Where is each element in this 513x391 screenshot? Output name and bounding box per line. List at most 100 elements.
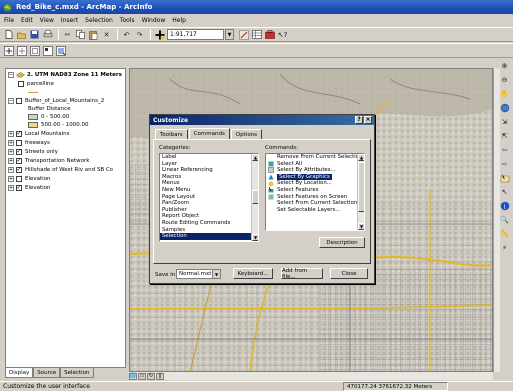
fixed-zoom-out-icon[interactable]: ⇱ xyxy=(499,130,510,141)
layer-visibility-checkbox[interactable] xyxy=(16,176,22,182)
chevron-down-icon[interactable]: ▼ xyxy=(212,270,220,278)
redo-icon[interactable]: ↷ xyxy=(134,29,145,40)
add-data-icon[interactable] xyxy=(154,29,165,40)
paste-icon[interactable] xyxy=(88,29,99,40)
map-horizontal-scrollbar[interactable]: 🌐 ▭ ↻ ‖ xyxy=(129,372,493,380)
scroll-down-icon[interactable]: ▼ xyxy=(252,234,258,241)
layer-visibility-checkbox[interactable] xyxy=(16,98,22,104)
toc-dataframe-row[interactable]: − 2. UTM NAD83 Zone 11 Meters xyxy=(8,71,122,79)
fixed-zoom-in-icon[interactable]: ⇲ xyxy=(499,116,510,127)
list-item[interactable]: Layer xyxy=(160,161,258,168)
print-icon[interactable] xyxy=(42,29,53,40)
undo-icon[interactable]: ↶ xyxy=(121,29,132,40)
copy-icon[interactable] xyxy=(75,29,86,40)
scroll-thumb[interactable] xyxy=(358,162,364,212)
keyboard-button[interactable]: Keyboard... xyxy=(233,268,273,279)
commands-listbox[interactable]: Remove From Current Selection Select All… xyxy=(265,153,365,231)
full-page-icon[interactable] xyxy=(29,45,40,56)
zoom-out-icon[interactable]: ⊖ xyxy=(499,74,510,85)
categories-listbox[interactable]: Label Layer Linear Referencing Macros Me… xyxy=(159,153,259,242)
layer-visibility-checkbox[interactable]: ✓ xyxy=(16,185,22,191)
list-item-highlighted[interactable]: Select By Graphics xyxy=(266,173,364,181)
menu-insert[interactable]: Insert xyxy=(61,17,78,24)
list-item[interactable]: Report Object xyxy=(160,213,258,220)
select-elements-icon[interactable]: ↖ xyxy=(499,186,510,197)
tab-options[interactable]: Options xyxy=(230,129,263,139)
measure-icon[interactable]: 📏 xyxy=(499,228,510,239)
whats-this-help-icon[interactable]: ↖? xyxy=(277,29,288,40)
list-item[interactable]: Select All xyxy=(266,161,364,168)
toc-layer-row[interactable]: + ✓ Elevation xyxy=(8,184,51,192)
scroll-thumb[interactable] xyxy=(252,190,258,204)
scroll-up-icon[interactable]: ▲ xyxy=(358,154,364,161)
list-item[interactable]: Select By Attributes... xyxy=(266,167,364,174)
select-features-icon[interactable] xyxy=(499,172,510,183)
identify-icon[interactable]: i xyxy=(499,200,510,211)
list-item[interactable]: Label xyxy=(160,154,258,161)
map-vertical-scrollbar[interactable] xyxy=(493,68,500,372)
layer-visibility-checkbox[interactable]: ✓ xyxy=(16,167,22,173)
collapse-icon[interactable]: − xyxy=(8,72,14,78)
list-item[interactable]: Select By Location... xyxy=(266,180,364,187)
data-view-icon[interactable]: 🌐 xyxy=(129,372,137,380)
tab-display[interactable]: Display xyxy=(5,368,34,378)
menu-help[interactable]: Help xyxy=(172,17,186,24)
list-item[interactable]: Pan/Zoom xyxy=(160,200,258,207)
expand-icon[interactable]: + xyxy=(8,158,14,164)
toc-layer-row[interactable]: − Buffer_of_Local_Mountains_2 xyxy=(8,97,104,105)
toc-layer-row[interactable]: + ✓ Local Mountains xyxy=(8,130,70,138)
layer-visibility-checkbox[interactable]: ✓ xyxy=(16,158,22,164)
expand-icon[interactable]: + xyxy=(8,131,14,137)
zoom-whole-page-icon[interactable] xyxy=(55,45,66,56)
list-item[interactable]: Select Features on Screen xyxy=(266,194,364,201)
list-item[interactable]: Route Editing Commands xyxy=(160,220,258,227)
layer-visibility-checkbox[interactable]: ✓ xyxy=(16,149,22,155)
list-item-selected[interactable]: Selection xyxy=(160,233,258,240)
menu-window[interactable]: Window xyxy=(142,17,166,24)
expand-icon[interactable]: + xyxy=(8,149,14,155)
scale-dropdown-arrow-icon[interactable]: ▼ xyxy=(225,29,234,40)
close-button[interactable]: Close xyxy=(330,268,368,279)
menu-tools[interactable]: Tools xyxy=(120,17,135,24)
list-item[interactable]: Page Layout xyxy=(160,194,258,201)
tab-toolbars[interactable]: Toolbars xyxy=(155,129,188,139)
tab-source[interactable]: Source xyxy=(33,368,61,378)
help-icon[interactable]: ? xyxy=(355,116,363,124)
refresh-icon[interactable]: ↻ xyxy=(147,372,155,380)
find-icon[interactable]: 🔍 xyxy=(499,214,510,225)
toc-layer-row[interactable]: + Elevation xyxy=(8,175,51,183)
layer-visibility-checkbox[interactable]: ✓ xyxy=(16,131,22,137)
layout-view-icon[interactable]: ▭ xyxy=(138,372,146,380)
menu-file[interactable]: File xyxy=(4,17,14,24)
expand-icon[interactable]: + xyxy=(8,167,14,173)
list-item[interactable]: New Menu xyxy=(160,187,258,194)
list-item[interactable]: Select From Current Selection xyxy=(266,200,364,207)
list-item[interactable]: Remove From Current Selection xyxy=(266,154,364,161)
go-back-icon[interactable]: ⇦ xyxy=(499,144,510,155)
list-item[interactable]: Linear Referencing xyxy=(160,167,258,174)
pan-layout-icon[interactable] xyxy=(16,45,27,56)
expand-icon[interactable]: + xyxy=(8,185,14,191)
expand-icon[interactable]: + xyxy=(8,176,14,182)
page-layout-icon[interactable] xyxy=(42,45,53,56)
toc-layer-row[interactable]: parcelline xyxy=(18,80,54,88)
close-icon[interactable]: × xyxy=(364,116,372,124)
commands-scrollbar[interactable]: ▲ ▼ xyxy=(357,154,364,230)
menu-selection[interactable]: Selection xyxy=(85,17,113,24)
menu-view[interactable]: View xyxy=(40,17,54,24)
layer-visibility-checkbox[interactable] xyxy=(18,81,24,87)
toc-layer-row[interactable]: + ✓ Transportation Network xyxy=(8,157,89,165)
delete-icon[interactable]: ✕ xyxy=(101,29,112,40)
list-item[interactable]: Macros xyxy=(160,174,258,181)
tab-commands[interactable]: Commands xyxy=(188,128,230,139)
toc-layer-row[interactable]: + ✓ Hillshade of West Riv and SB Co xyxy=(8,166,113,174)
categories-scrollbar[interactable]: ▲ ▼ xyxy=(251,154,258,241)
list-item[interactable]: Samples xyxy=(160,227,258,234)
scroll-up-icon[interactable]: ▲ xyxy=(252,154,258,161)
layer-visibility-checkbox[interactable] xyxy=(16,140,22,146)
collapse-icon[interactable]: − xyxy=(8,98,14,104)
save-icon[interactable] xyxy=(29,29,40,40)
toc-layer-row[interactable]: + freeways xyxy=(8,139,50,147)
pan-hand-icon[interactable]: ✋ xyxy=(499,88,510,99)
full-extent-icon[interactable] xyxy=(499,102,510,113)
